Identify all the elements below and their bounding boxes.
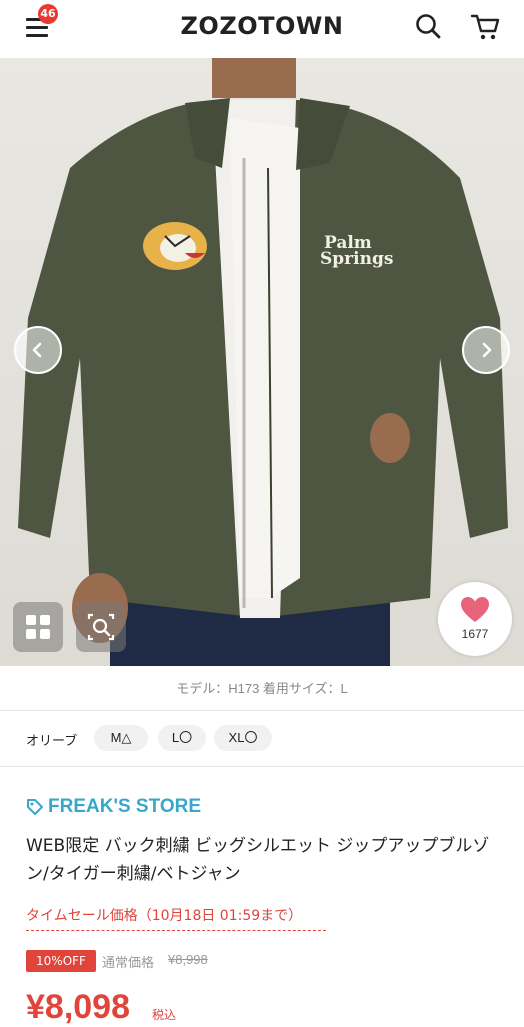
chevron-left-icon [32, 342, 42, 358]
next-image-button[interactable] [462, 326, 510, 374]
product-image-carousel[interactable]: Palm Springs 1677 [0, 58, 524, 666]
divider [0, 766, 524, 767]
sale-price: ¥8,098 [26, 988, 130, 1026]
time-sale-label: タイムセール価格（10月18日 01:59まで） [26, 905, 326, 931]
cart-icon [470, 14, 500, 40]
model-info: モデル：H173 着用サイズ：L [176, 681, 348, 696]
tag-icon [27, 798, 43, 815]
search-icon [416, 14, 441, 39]
store-name: FREAK'S STORE [48, 796, 202, 817]
tax-label: 税込 [152, 1008, 177, 1022]
color-label: オリーブ [26, 733, 78, 748]
favorite-button[interactable]: 1677 [438, 582, 512, 656]
zoom-search-icon [87, 613, 115, 641]
size-option-xl[interactable]: XL〇 [214, 725, 272, 751]
size-option-m[interactable]: M△ [94, 725, 148, 751]
app-header: 46 ZOZOTOWN [0, 0, 524, 56]
heart-icon [461, 597, 489, 622]
cart-button[interactable] [470, 12, 502, 42]
product-photo: Palm Springs [18, 58, 508, 666]
store-link[interactable]: FREAK'S STORE [26, 796, 201, 818]
grid-icon [26, 615, 50, 639]
prev-image-button[interactable] [14, 326, 62, 374]
product-title: WEB限定 バック刺繍 ビッグシルエット ジップアップブルゾン/タイガー刺繍/ベ… [26, 836, 490, 884]
search-button[interactable] [414, 12, 444, 42]
size-option-l[interactable]: L〇 [158, 725, 206, 751]
zoom-button[interactable] [76, 602, 126, 652]
site-logo[interactable]: ZOZOTOWN [0, 12, 524, 40]
discount-badge: 10%OFF [26, 950, 96, 972]
chevron-right-icon [482, 342, 492, 358]
favorite-count: 1677 [461, 627, 489, 641]
regular-price: ¥8,998 [168, 952, 208, 967]
grid-view-button[interactable] [13, 602, 63, 652]
divider [0, 710, 524, 711]
regular-price-label: 通常価格 [102, 956, 155, 971]
svg-text:Springs: Springs [320, 249, 393, 269]
